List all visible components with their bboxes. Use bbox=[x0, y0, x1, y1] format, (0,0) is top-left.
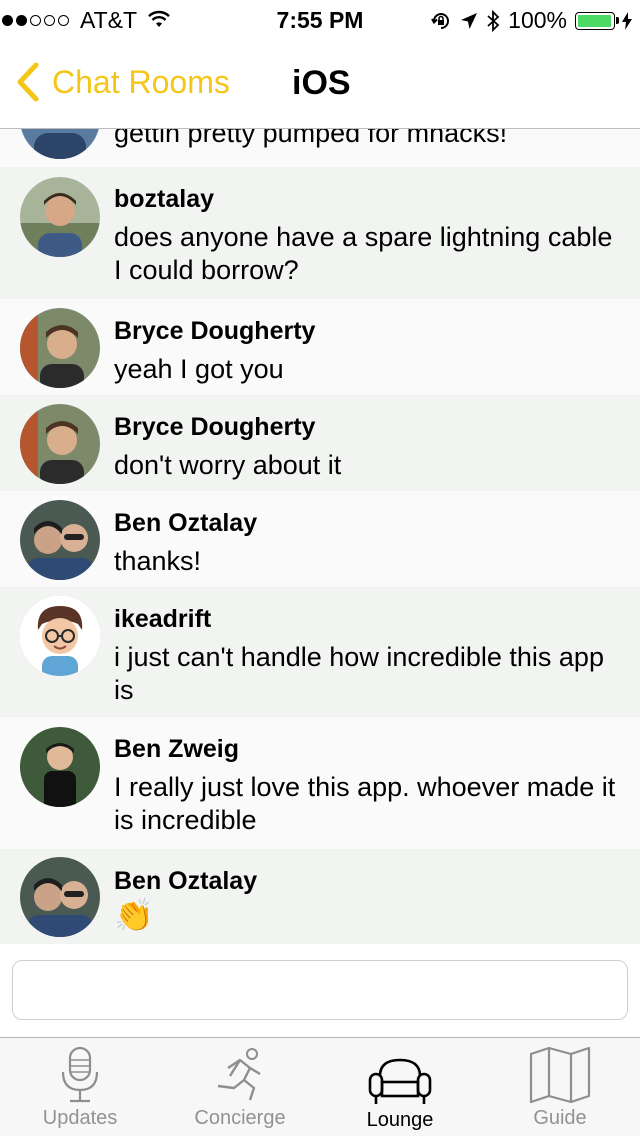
message-author: ikeadrift bbox=[114, 605, 212, 633]
message-list[interactable]: gettin pretty pumped for mhacks! boztala… bbox=[0, 129, 640, 944]
battery-tip bbox=[616, 17, 619, 24]
avatar[interactable] bbox=[20, 596, 100, 676]
tab-label: Guide bbox=[533, 1107, 587, 1129]
status-bar: AT&T 7:55 PM 100% bbox=[0, 0, 640, 40]
message-row: Bryce Dougherty don't worry about it bbox=[0, 395, 640, 491]
message-text: I really just love this app. whoever mad… bbox=[114, 772, 616, 835]
message-row: Bryce Dougherty yeah I got you bbox=[0, 299, 640, 395]
composer-area bbox=[0, 944, 640, 1037]
charging-bolt-icon bbox=[622, 11, 632, 30]
message-text: thanks! bbox=[114, 546, 202, 576]
couch-icon bbox=[368, 1058, 432, 1104]
avatar[interactable] bbox=[20, 129, 100, 159]
microphone-icon bbox=[61, 1046, 99, 1103]
message-author: Bryce Dougherty bbox=[114, 413, 316, 441]
message-author: Ben Oztalay bbox=[114, 867, 258, 895]
tab-concierge[interactable]: Concierge bbox=[160, 1038, 320, 1137]
map-icon bbox=[529, 1046, 591, 1104]
tab-bar: Updates Concierge Lounge Guide bbox=[0, 1037, 640, 1136]
battery-percent: 100% bbox=[508, 7, 567, 33]
battery-fill bbox=[578, 14, 611, 27]
battery-icon bbox=[575, 11, 615, 30]
message-row: Ben Zweig I really just love this app. w… bbox=[0, 717, 640, 849]
tab-label: Lounge bbox=[366, 1109, 434, 1131]
message-row: boztalay does anyone have a spare lightn… bbox=[0, 167, 640, 299]
back-button-label: Chat Rooms bbox=[52, 63, 230, 100]
tab-lounge[interactable]: Lounge bbox=[320, 1038, 480, 1137]
message-text: yeah I got you bbox=[114, 354, 284, 384]
message-author: boztalay bbox=[114, 185, 215, 213]
back-button[interactable]: Chat Rooms bbox=[14, 62, 230, 102]
avatar[interactable] bbox=[20, 857, 100, 937]
status-right: 100% bbox=[422, 7, 632, 34]
message-author: Bryce Dougherty bbox=[114, 317, 316, 345]
rotation-lock-icon bbox=[430, 10, 452, 32]
message-row: gettin pretty pumped for mhacks! bbox=[0, 129, 640, 167]
message-text: don't worry about it bbox=[114, 450, 342, 480]
message-row: Ben Oztalay thanks! bbox=[0, 491, 640, 587]
navigation-bar: Chat Rooms iOS bbox=[0, 40, 640, 129]
message-text: does anyone have a spare lightning cable… bbox=[114, 222, 613, 285]
message-row: Ben Oztalay 👏 bbox=[0, 849, 640, 944]
tab-label: Concierge bbox=[194, 1107, 286, 1129]
bluetooth-icon bbox=[486, 9, 500, 32]
message-text: 👏 bbox=[114, 897, 154, 933]
location-arrow-icon bbox=[460, 12, 478, 30]
page-title: iOS bbox=[292, 64, 351, 102]
message-text: gettin pretty pumped for mhacks! bbox=[114, 129, 508, 148]
message-row: ikeadrift i just can't handle how incred… bbox=[0, 587, 640, 717]
message-text: i just can't handle how incredible this … bbox=[114, 642, 604, 705]
avatar[interactable] bbox=[20, 308, 100, 388]
chevron-left-icon bbox=[17, 62, 39, 102]
message-author: Ben Zweig bbox=[114, 735, 240, 763]
avatar[interactable] bbox=[20, 404, 100, 484]
avatar[interactable] bbox=[20, 727, 100, 807]
tab-guide[interactable]: Guide bbox=[480, 1038, 640, 1137]
message-input[interactable] bbox=[12, 960, 628, 1020]
tab-label: Updates bbox=[42, 1107, 118, 1129]
avatar[interactable] bbox=[20, 500, 100, 580]
running-person-icon bbox=[217, 1048, 261, 1101]
message-author: Ben Oztalay bbox=[114, 509, 258, 537]
tab-updates[interactable]: Updates bbox=[0, 1038, 160, 1137]
avatar[interactable] bbox=[20, 177, 100, 257]
